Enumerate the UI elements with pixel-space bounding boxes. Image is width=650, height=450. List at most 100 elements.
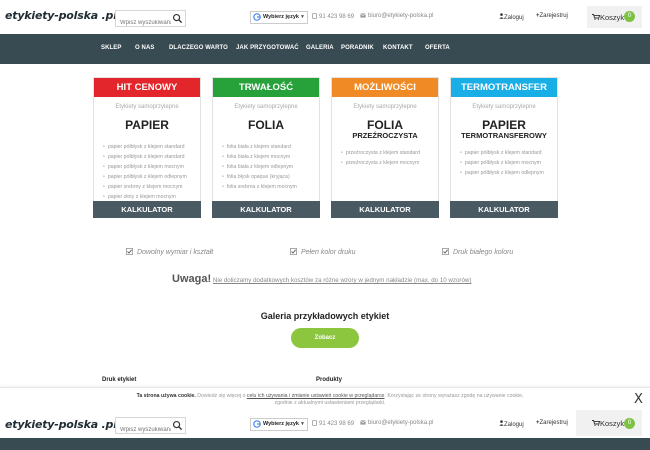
product-card-papier[interactable]: HIT CENOWY Etykiety samoprzylepne PAPIER… (93, 77, 201, 218)
checkbox-icon (290, 248, 297, 255)
cookie-close-button[interactable]: X (634, 392, 643, 407)
cart-label: Koszyk (600, 419, 625, 428)
logo-tld: .pl (97, 9, 117, 22)
card-feature-list: folia biała z klejem standard folia biał… (213, 142, 319, 192)
search-box (115, 10, 186, 31)
nav-item-sklep[interactable]: SKLEP (101, 45, 122, 51)
register-link[interactable]: +Zarejestruj (536, 420, 568, 426)
nav-item-jak-przygotowac[interactable]: JAK PRZYGOTOWAĆ (236, 45, 299, 51)
notice-banner: Uwaga! Nie doliczamy dodatkowych kosztów… (172, 273, 492, 285)
calculator-button[interactable]: KALKULATOR (212, 201, 320, 218)
card-subtitle: Etykiety samoprzylepne (353, 104, 417, 110)
language-label: Wybierz język (263, 421, 299, 427)
product-card-termotransfer[interactable]: TERMOTRANSFER Etykiety samoprzylepne PAP… (450, 77, 558, 218)
nav-item-oferta[interactable]: OFERTA (425, 45, 450, 51)
login-link[interactable]: Zaloguj (499, 13, 524, 21)
register-link[interactable]: +Zarejestruj (536, 13, 568, 19)
cookie-link[interactable]: celu ich używania i zmianie ustawień coo… (247, 393, 385, 399)
cart-label-wrap: Koszyk (592, 13, 624, 22)
language-selector[interactable]: Wybierz język ▼ (250, 11, 308, 24)
list-item: papier półbłysk z klejem mocnym (103, 162, 200, 172)
logo-main: etykiety-polska (5, 9, 98, 22)
calculator-button[interactable]: KALKULATOR (450, 201, 558, 218)
list-item: przeźroczysta z klejem standard (341, 148, 438, 158)
register-label: Zarejestruj (539, 420, 568, 426)
language-label: Wybierz język (263, 14, 299, 20)
feature-label: Pełen kolor druku (301, 249, 356, 256)
nav-item-galeria[interactable]: GALERIA (306, 45, 334, 51)
phone-icon (312, 420, 317, 426)
cookie-text: Ta strona używa cookie. Dowiedz się więc… (135, 393, 525, 407)
search-input[interactable] (116, 422, 171, 438)
card-title-secondary: TERMOTRANSFEROWY (461, 131, 547, 140)
card-feature-list: papier półbłysk z klejem standard papier… (451, 148, 557, 178)
list-item: papier półbłysk z klejem mocnym (460, 158, 557, 168)
nav-item-o-nas[interactable]: O NAS (135, 45, 155, 51)
footer-heading-produkty: Produkty (316, 377, 343, 383)
phone-number: 91 423 98 69 (319, 14, 355, 20)
nav-item-poradnik[interactable]: PORADNIK (341, 45, 374, 51)
cart-icon (592, 420, 601, 426)
search-icon[interactable] (172, 13, 183, 24)
envelope-icon (360, 420, 366, 425)
list-item: przeźroczysta z klejem mocnym (341, 158, 438, 168)
card-head: TERMOTRANSFER (451, 78, 557, 97)
cart-count-badge: 0 (624, 11, 635, 22)
feature-custom-shape: Dowolny wymiar i kształt (126, 248, 213, 256)
calculator-button[interactable]: KALKULATOR (93, 201, 201, 218)
logo[interactable]: etykiety-polska .pl (5, 418, 117, 431)
email-address: biuro@etykiety-polska.pl (368, 420, 434, 426)
phone-contact[interactable]: 91 423 98 69 (312, 13, 354, 20)
email-contact[interactable]: biuro@etykiety-polska.pl (360, 420, 433, 426)
card-title: PAPIER (125, 118, 169, 132)
list-item: papier półbłysk z klejem odlepnym (103, 172, 200, 182)
card-feature-list: papier półbłysk z klejem standard papier… (94, 142, 200, 202)
product-card-folia-przezroczysta[interactable]: MOŻLIWOŚCI Etykiety samoprzylepne FOLIA … (331, 77, 439, 218)
card-title-secondary: PRZEŹROCZYSTA (352, 131, 418, 140)
phone-icon (312, 13, 317, 19)
chevron-down-icon: ▼ (300, 421, 305, 427)
notice-heading: Uwaga! (172, 273, 212, 285)
cookie-text-1: Dowiedz się więcej o (195, 393, 247, 399)
email-contact[interactable]: biuro@etykiety-polska.pl (360, 13, 433, 19)
nav-item-dlaczego-warto[interactable]: DLACZEGO WARTO (169, 45, 228, 51)
notice-link[interactable]: Nie doliczamy dodatkowych kosztów za róż… (213, 277, 472, 284)
envelope-icon (360, 13, 366, 18)
main-nav: SKLEP O NAS DLACZEGO WARTO JAK PRZYGOTOW… (0, 34, 650, 64)
card-head: MOŻLIWOŚCI (332, 78, 438, 97)
cart-label-wrap: Koszyk (592, 419, 624, 428)
phone-number: 91 423 98 69 (319, 421, 355, 427)
chevron-down-icon: ▼ (300, 14, 305, 20)
logo-tld: .pl (97, 418, 117, 431)
checkbox-icon (442, 248, 449, 255)
nav-item-kontakt[interactable]: KONTAKT (383, 45, 413, 51)
cart-icon (592, 14, 601, 20)
feature-label: Druk białego koloru (453, 249, 514, 256)
cookie-bold: Ta strona używa cookie. (136, 393, 196, 399)
card-title: PAPIER (482, 118, 526, 132)
search-box (115, 417, 186, 438)
sticky-header: etykiety-polska .pl Wybierz język ▼ 91 4… (0, 409, 650, 438)
cart-button[interactable]: Koszyk 0 (576, 410, 642, 436)
list-item: folia srebrna z klejem mocnym (222, 182, 319, 192)
checkbox-icon (126, 248, 133, 255)
calculator-button[interactable]: KALKULATOR (331, 201, 439, 218)
cart-count-badge: 0 (624, 418, 635, 429)
search-input[interactable] (116, 15, 171, 31)
card-subtitle: Etykiety samoprzylepne (115, 104, 179, 110)
sticky-nav-strip (0, 438, 650, 450)
search-icon[interactable] (172, 420, 183, 431)
product-card-folia[interactable]: TRWAŁOŚĆ Etykiety samoprzylepne FOLIA fo… (212, 77, 320, 218)
card-feature-list: przeźroczysta z klejem standard przeźroc… (332, 148, 438, 168)
cart-button[interactable]: Koszyk 0 (587, 6, 642, 28)
google-icon (253, 13, 261, 21)
login-link[interactable]: Zaloguj (499, 420, 524, 428)
gallery-view-button[interactable]: Zobacz (291, 328, 359, 348)
logo[interactable]: etykiety-polska .pl (5, 9, 117, 22)
email-address: biuro@etykiety-polska.pl (368, 13, 434, 19)
list-item: folia biała z klejem mocnym (222, 152, 319, 162)
cart-label: Koszyk (600, 13, 625, 22)
language-selector[interactable]: Wybierz język ▼ (250, 418, 308, 431)
google-icon (253, 420, 261, 428)
phone-contact[interactable]: 91 423 98 69 (312, 420, 354, 427)
